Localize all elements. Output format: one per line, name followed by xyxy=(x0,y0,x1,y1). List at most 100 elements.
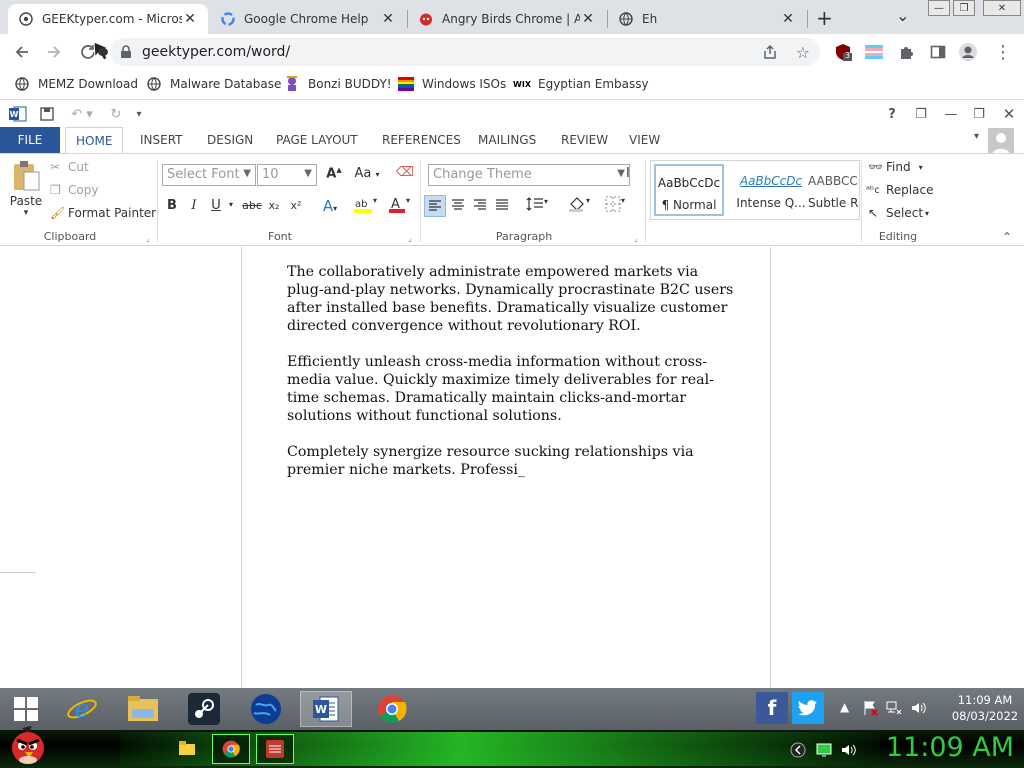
line-spacing-icon[interactable]: ▾ xyxy=(522,197,552,215)
dialog-launcher-icon[interactable]: ⌟ xyxy=(634,234,638,243)
action-center-flag-icon[interactable] xyxy=(862,700,878,719)
address-bar[interactable]: geektyper.com/word/ ☆ xyxy=(110,38,820,66)
superscript-button[interactable]: x² xyxy=(286,199,306,212)
tab-references[interactable]: REFERENCES xyxy=(372,127,471,153)
subscript-button[interactable]: x₂ xyxy=(264,199,284,212)
twitter-icon[interactable] xyxy=(792,692,824,724)
style-intense-quote[interactable]: AaBbCcDc Intense Q... xyxy=(736,164,806,216)
shading-icon[interactable]: ▾ xyxy=(564,196,594,216)
ribbon-display-button[interactable]: ❐ xyxy=(912,105,930,123)
earth-browser-icon[interactable] xyxy=(240,691,292,727)
star-icon[interactable]: ☆ xyxy=(796,43,810,62)
align-left-button[interactable] xyxy=(424,195,446,217)
paste-button[interactable]: Paste ▾ xyxy=(8,160,44,220)
customize-toolbar-icon[interactable]: ▾ xyxy=(132,105,146,123)
chevron-down-icon[interactable]: ▾ xyxy=(226,200,236,209)
ublock-extension-icon[interactable]: 3 xyxy=(833,42,853,62)
account-dropdown-icon[interactable]: ▾ xyxy=(974,131,979,142)
tab-file[interactable]: FILE xyxy=(0,127,60,153)
system-clock[interactable]: 11:09 AM 08/03/2022 xyxy=(950,692,1020,724)
start-button[interactable] xyxy=(0,691,52,727)
bookmark-egyptian-embassy[interactable]: WIX Egyptian Embassy xyxy=(513,76,649,92)
dock-network-icon[interactable] xyxy=(816,742,832,761)
bookmark-windows-isos[interactable]: Windows ISOs xyxy=(398,76,506,92)
dialog-launcher-icon[interactable]: ⌟ xyxy=(146,234,150,243)
tab-mailings[interactable]: MAILINGS xyxy=(468,127,546,153)
side-panel-icon[interactable] xyxy=(928,42,948,62)
highlight-color-icon[interactable]: ab ▾ xyxy=(348,196,382,218)
close-icon[interactable]: ✕ xyxy=(580,11,596,27)
flag-extension-icon[interactable] xyxy=(864,42,884,62)
bookmark-malware-database[interactable]: Malware Database xyxy=(146,76,281,92)
tab-search-button[interactable]: ⌄ xyxy=(896,6,909,25)
tab-home[interactable]: HOME xyxy=(65,127,124,154)
dock-devcpp-icon[interactable] xyxy=(256,734,294,764)
new-tab-button[interactable]: + xyxy=(816,6,833,30)
bold-button[interactable]: B xyxy=(164,198,180,213)
dock-chrome-icon[interactable] xyxy=(212,734,250,764)
back-button[interactable] xyxy=(10,40,34,64)
replace-button[interactable]: ᵃᵇc Replace xyxy=(866,183,933,197)
dialog-launcher-icon[interactable]: ⌟ xyxy=(408,234,412,243)
tab-page-layout[interactable]: PAGE LAYOUT xyxy=(266,127,368,153)
change-theme-select[interactable]: Change Theme ▼ xyxy=(428,164,630,186)
document-body[interactable]: The collaboratively administrate empower… xyxy=(287,263,737,497)
tab-angry-birds[interactable]: Angry Birds Chrome | Ang ✕ xyxy=(408,4,606,34)
bookmark-bonzi-buddy[interactable]: Bonzi BUDDY! xyxy=(284,76,392,92)
borders-icon[interactable]: ▾ xyxy=(600,196,630,216)
tab-insert[interactable]: INSERT xyxy=(130,127,193,153)
help-button[interactable]: ? xyxy=(884,105,900,123)
puzzle-icon[interactable] xyxy=(896,42,916,62)
font-size-select[interactable]: 10 ▼ xyxy=(257,164,317,186)
copy-button[interactable]: ❐ Copy xyxy=(50,183,98,197)
chrome-taskbar-icon[interactable] xyxy=(366,691,418,727)
internet-explorer-icon[interactable]: e xyxy=(56,691,108,727)
dock-volume-icon[interactable] xyxy=(840,742,858,761)
justify-button[interactable] xyxy=(492,198,512,216)
steam-icon[interactable] xyxy=(178,691,230,727)
text-effects-icon[interactable]: A▾ xyxy=(316,197,344,215)
back-circle-icon[interactable] xyxy=(790,742,806,761)
file-explorer-icon[interactable] xyxy=(117,691,169,727)
tab-view[interactable]: VIEW xyxy=(619,127,670,153)
share-icon[interactable] xyxy=(762,44,778,63)
word-close-button[interactable]: ✕ xyxy=(1000,105,1018,123)
find-button[interactable]: 👓 Find ▾ xyxy=(868,160,923,174)
network-icon[interactable] xyxy=(886,700,902,719)
window-close-button[interactable]: ✕ xyxy=(983,0,1021,16)
tab-geektyper[interactable]: GEEKtyper.com - Microso ✕ xyxy=(8,4,208,34)
undo-icon[interactable]: ↶ ▾ xyxy=(66,105,98,123)
font-color-icon[interactable]: A ▾ xyxy=(382,196,416,218)
user-avatar[interactable] xyxy=(988,128,1014,154)
style-subtle-reference[interactable]: AABBCC Subtle Re xyxy=(808,164,858,216)
tab-review[interactable]: REVIEW xyxy=(551,127,618,153)
window-restore-button[interactable]: ❐ xyxy=(953,0,975,16)
volume-icon[interactable] xyxy=(910,700,926,719)
style-normal[interactable]: AaBbCcDc ¶ Normal xyxy=(654,164,724,216)
document-page[interactable]: The collaboratively administrate empower… xyxy=(241,247,771,688)
close-icon[interactable]: ✕ xyxy=(380,11,396,27)
align-center-button[interactable] xyxy=(448,198,468,216)
cut-button[interactable]: ✂ Cut xyxy=(50,160,89,174)
bookmark-memz[interactable]: MEMZ Download xyxy=(14,76,138,92)
tray-expand-icon[interactable]: ▲ xyxy=(840,700,849,714)
tab-chrome-help[interactable]: Google Chrome Help ✕ xyxy=(210,4,406,34)
align-right-button[interactable] xyxy=(470,198,490,216)
clear-formatting-icon[interactable]: ⌫ xyxy=(394,165,416,180)
facebook-icon[interactable]: f xyxy=(756,692,788,724)
grow-font-icon[interactable]: A▲ xyxy=(324,166,344,181)
select-button[interactable]: ↖ Select ▾ xyxy=(868,206,929,220)
format-painter-button[interactable]: 🖌 Format Painter xyxy=(50,206,156,220)
folder-icon[interactable] xyxy=(178,740,196,759)
angry-bird-icon[interactable] xyxy=(8,724,48,768)
kebab-menu-icon[interactable]: ⋮ xyxy=(993,42,1013,63)
word-minimize-button[interactable]: — xyxy=(942,105,960,123)
save-icon[interactable] xyxy=(38,105,56,123)
collapse-ribbon-icon[interactable]: ⌃ xyxy=(1002,230,1012,244)
close-icon[interactable]: ✕ xyxy=(780,11,796,27)
forward-button[interactable] xyxy=(42,40,66,64)
change-case-button[interactable]: Aa ▾ xyxy=(352,166,382,181)
word-taskbar-icon[interactable]: W xyxy=(300,691,352,727)
redo-icon[interactable]: ↻ xyxy=(106,105,126,123)
strikethrough-button[interactable]: abc xyxy=(240,199,264,212)
